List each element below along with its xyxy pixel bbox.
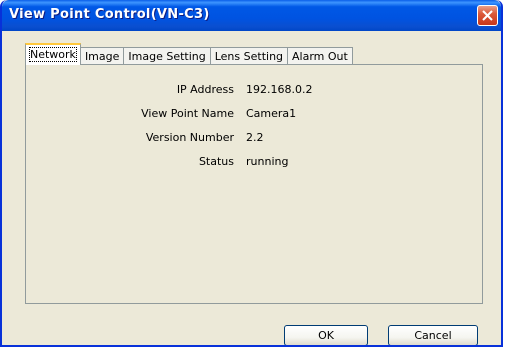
version-number-label: Version Number bbox=[145, 131, 234, 144]
ip-address-value: 192.168.0.2 bbox=[246, 83, 313, 96]
ip-address-label: IP Address bbox=[176, 83, 234, 96]
status-label: Status bbox=[198, 155, 234, 168]
status-value: running bbox=[246, 155, 289, 168]
view-point-name-label: View Point Name bbox=[141, 107, 234, 120]
version-number-value: 2.2 bbox=[246, 131, 264, 144]
cancel-button[interactable]: Cancel bbox=[388, 325, 478, 345]
tab-alarm-out[interactable]: Alarm Out bbox=[287, 47, 353, 65]
ok-button[interactable]: OK bbox=[284, 325, 368, 345]
tab-image[interactable]: Image bbox=[79, 47, 125, 65]
close-button[interactable] bbox=[477, 5, 498, 26]
title-bar[interactable]: View Point Control(VN-C3) bbox=[2, 0, 501, 31]
view-point-name-value: Camera1 bbox=[246, 107, 297, 120]
tab-bar: Network Image Image Setting Lens Setting… bbox=[25, 43, 353, 65]
close-icon bbox=[482, 10, 493, 21]
window-title: View Point Control(VN-C3) bbox=[9, 7, 210, 22]
tab-label: Network bbox=[29, 47, 77, 62]
tab-network[interactable]: Network bbox=[25, 43, 81, 65]
tab-lens-setting[interactable]: Lens Setting bbox=[209, 47, 289, 65]
tab-image-setting[interactable]: Image Setting bbox=[123, 47, 211, 65]
network-panel bbox=[25, 64, 483, 304]
dialog-window: View Point Control(VN-C3) Network Image … bbox=[0, 0, 503, 347]
